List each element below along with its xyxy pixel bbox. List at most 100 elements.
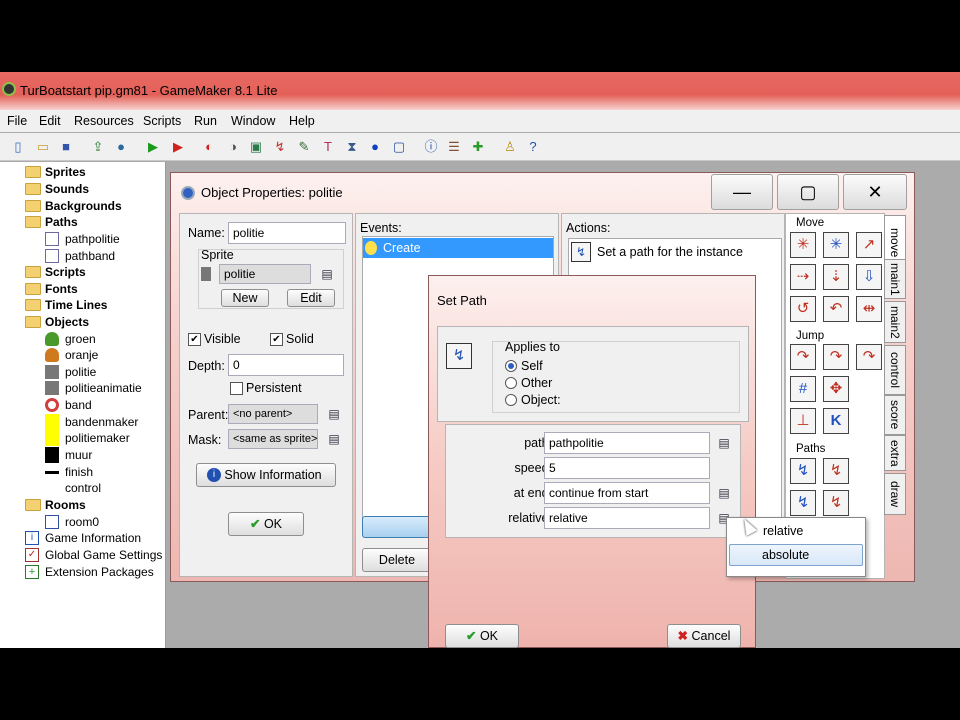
at-end-picker-icon[interactable]: ▤ bbox=[716, 486, 732, 500]
delete-event-button[interactable]: Delete bbox=[362, 548, 432, 572]
move-contact-icon[interactable]: ⊥ bbox=[790, 408, 816, 434]
relative-select[interactable]: relative bbox=[544, 507, 710, 529]
info-icon[interactable]: ⓘ bbox=[423, 139, 439, 155]
applies-to-group: Applies to Self Other Object: bbox=[492, 340, 740, 413]
object-radio[interactable] bbox=[505, 394, 517, 406]
tab-score[interactable]: score bbox=[884, 395, 906, 435]
self-radio[interactable] bbox=[505, 360, 517, 372]
parent-picker-icon[interactable]: ▤ bbox=[326, 407, 342, 421]
arguments-panel: path: pathpolitie ▤ speed: 5 at end: con… bbox=[445, 424, 741, 538]
maximize-button[interactable]: ▢ bbox=[777, 174, 839, 210]
parent-select[interactable]: <no parent> bbox=[228, 404, 318, 424]
event-create[interactable]: Create bbox=[363, 238, 553, 258]
path-icon[interactable]: ↯ bbox=[272, 139, 288, 155]
debug-icon[interactable]: ▶ bbox=[170, 139, 186, 155]
tab-control[interactable]: control bbox=[884, 345, 906, 395]
path-picker-icon[interactable]: ▤ bbox=[716, 436, 732, 450]
mask-picker-icon[interactable]: ▤ bbox=[326, 432, 342, 446]
globe-icon[interactable]: ● bbox=[113, 139, 129, 155]
font-icon[interactable]: T bbox=[320, 139, 336, 155]
sound-icon[interactable]: ◑ bbox=[225, 139, 241, 155]
move-fixed-icon[interactable]: ✳ bbox=[790, 232, 816, 258]
set-path-cancel-button[interactable]: ✖ Cancel bbox=[667, 624, 741, 648]
align-grid-icon[interactable]: # bbox=[790, 376, 816, 402]
tab-main1[interactable]: main1 bbox=[884, 259, 906, 299]
friction-icon[interactable]: ⇹ bbox=[856, 296, 882, 322]
depth-input[interactable]: 0 bbox=[228, 354, 344, 376]
parent-label: Parent: bbox=[188, 408, 229, 422]
sprite-picker-icon[interactable]: ▤ bbox=[319, 267, 335, 281]
extension-icon[interactable]: ✚ bbox=[470, 139, 486, 155]
set-path-icon[interactable]: ↯ bbox=[790, 458, 816, 484]
script-icon[interactable]: ✎ bbox=[296, 139, 312, 155]
edit-sprite-button[interactable]: Edit bbox=[287, 289, 335, 307]
toolbar: ▯ ▭ ■ ⇪ ● ▶ ▶ ◐ ◑ ▣ ↯ ✎ T ⧗ ● ▢ ⓘ ☰ ✚ ♙ … bbox=[0, 133, 960, 161]
help-icon[interactable]: ? bbox=[525, 139, 541, 155]
properties-panel: Name: politie Sprite politie ▤ New Edit … bbox=[179, 213, 353, 577]
run-icon[interactable]: ▶ bbox=[145, 139, 161, 155]
gravity-icon[interactable]: ⇩ bbox=[856, 264, 882, 290]
timeline-icon[interactable]: ⧗ bbox=[344, 139, 360, 155]
object-icon[interactable]: ● bbox=[367, 139, 383, 155]
yellow-sprite-icon bbox=[45, 430, 59, 446]
menu-edit[interactable]: Edit bbox=[39, 114, 61, 128]
settings-icon[interactable]: ☰ bbox=[446, 139, 462, 155]
checkmark-icon: ✔ bbox=[249, 517, 261, 531]
jump-position-icon[interactable]: ↷ bbox=[790, 344, 816, 370]
background-icon[interactable]: ▣ bbox=[248, 139, 264, 155]
advanced-icon[interactable]: ♙ bbox=[502, 139, 518, 155]
menu-scripts[interactable]: Scripts bbox=[143, 114, 181, 128]
move-free-icon[interactable]: ✳ bbox=[823, 232, 849, 258]
folder-icon bbox=[25, 183, 41, 195]
new-sprite-button[interactable]: New bbox=[221, 289, 269, 307]
open-icon[interactable]: ▭ bbox=[35, 139, 51, 155]
path-speed-icon[interactable]: ↯ bbox=[823, 490, 849, 516]
menu-help[interactable]: Help bbox=[289, 114, 315, 128]
tab-main2[interactable]: main2 bbox=[884, 301, 906, 343]
save-icon[interactable]: ■ bbox=[58, 139, 74, 155]
menu-run[interactable]: Run bbox=[194, 114, 217, 128]
set-path-ok-button[interactable]: ✔ OK bbox=[445, 624, 519, 648]
room-icon[interactable]: ▢ bbox=[391, 139, 407, 155]
end-path-icon[interactable]: ↯ bbox=[823, 458, 849, 484]
jump-start-icon[interactable]: ↷ bbox=[823, 344, 849, 370]
vspeed-icon[interactable]: ⇣ bbox=[823, 264, 849, 290]
applies-to-panel: ↯ Applies to Self Other Object: bbox=[437, 326, 749, 422]
reverse-v-icon[interactable]: ↶ bbox=[823, 296, 849, 322]
object-ok-button[interactable]: ✔ OK bbox=[228, 512, 304, 536]
sprite-select[interactable]: politie bbox=[219, 264, 311, 284]
option-absolute[interactable]: absolute bbox=[729, 544, 863, 566]
show-information-button[interactable]: i Show Information bbox=[196, 463, 336, 487]
menu-resources[interactable]: Resources bbox=[74, 114, 134, 128]
jump-random-icon[interactable]: ↷ bbox=[856, 344, 882, 370]
action-set-path[interactable]: ↯ Set a path for the instance bbox=[569, 241, 781, 263]
bounce-icon[interactable]: K bbox=[823, 408, 849, 434]
persistent-checkbox[interactable] bbox=[230, 382, 243, 395]
at-end-select[interactable]: continue from start bbox=[544, 482, 710, 504]
close-button[interactable]: ✕ bbox=[843, 174, 907, 210]
menu-window[interactable]: Window bbox=[231, 114, 275, 128]
move-towards-icon[interactable]: ↗ bbox=[856, 232, 882, 258]
reverse-h-icon[interactable]: ↺ bbox=[790, 296, 816, 322]
path-position-icon[interactable]: ↯ bbox=[790, 490, 816, 516]
sprite-icon[interactable]: ◐ bbox=[201, 139, 217, 155]
visible-checkbox[interactable]: ✔ bbox=[188, 333, 201, 346]
mask-select[interactable]: <same as sprite> bbox=[228, 429, 318, 449]
events-label: Events: bbox=[360, 221, 402, 235]
folder-icon bbox=[25, 299, 41, 311]
new-icon[interactable]: ▯ bbox=[10, 139, 26, 155]
publish-icon[interactable]: ⇪ bbox=[90, 139, 106, 155]
tab-extra[interactable]: extra bbox=[884, 435, 906, 471]
name-input[interactable]: politie bbox=[228, 222, 346, 244]
tab-draw[interactable]: draw bbox=[884, 473, 906, 515]
path-input[interactable]: pathpolitie bbox=[544, 432, 710, 454]
speed-input[interactable]: 5 bbox=[544, 457, 710, 479]
politie-sprite-icon bbox=[201, 267, 211, 281]
menu-file[interactable]: File bbox=[7, 114, 27, 128]
solid-checkbox[interactable]: ✔ bbox=[270, 333, 283, 346]
hspeed-icon[interactable]: ⇢ bbox=[790, 264, 816, 290]
wrap-screen-icon[interactable]: ✥ bbox=[823, 376, 849, 402]
minimize-button[interactable]: — bbox=[711, 174, 773, 210]
self-label: Self bbox=[521, 359, 543, 373]
other-radio[interactable] bbox=[505, 377, 517, 389]
